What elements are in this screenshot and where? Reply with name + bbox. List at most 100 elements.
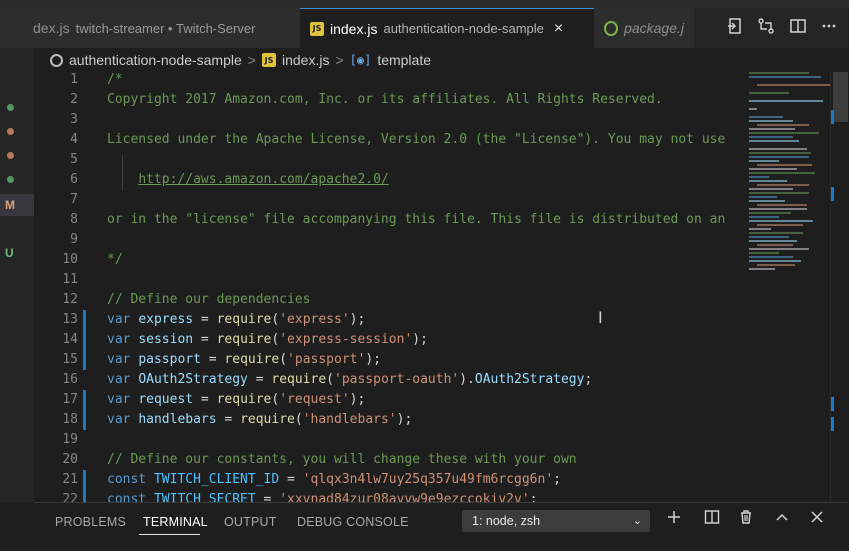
tab-index-js-twitch[interactable]: dex.js twitch-streamer • Twitch-Server — [0, 8, 300, 48]
code-line[interactable]: 10 */ — [34, 250, 830, 270]
code-line[interactable]: 22 const TWITCH_SECRET = 'xxvnad84zur08av… — [34, 490, 830, 502]
minimap-line — [749, 192, 809, 194]
line-number: 14 — [62, 332, 78, 347]
line-number: 7 — [70, 192, 78, 207]
code-line[interactable]: 20 // Define our constants, you will chan… — [34, 450, 830, 470]
code-line[interactable]: 9 — [34, 230, 830, 250]
tab-problems[interactable]: PROBLEMS — [55, 503, 126, 541]
more-actions-icon[interactable] — [821, 17, 837, 39]
scrollbar-thumb[interactable] — [833, 72, 848, 122]
line-number: 11 — [62, 272, 78, 287]
code-line[interactable]: 15 var passport = require('passport'); — [34, 350, 830, 370]
open-preview-icon[interactable] — [727, 17, 743, 39]
breadcrumb-project[interactable]: authentication-node-sample — [69, 52, 242, 68]
maximize-panel-icon[interactable] — [774, 509, 790, 533]
minimap-line — [749, 256, 793, 258]
line-number: 8 — [70, 212, 78, 227]
breadcrumb-symbol[interactable]: template — [377, 52, 431, 68]
tab-package-json[interactable]: package.j — [594, 8, 694, 48]
overview-ruler-mark — [831, 110, 834, 124]
git-modified-gutter-marker[interactable] — [83, 490, 86, 502]
split-editor-icon[interactable] — [789, 17, 807, 39]
code-line[interactable]: 6 http://aws.amazon.com/apache2.0/ — [34, 170, 830, 190]
minimap-line — [749, 196, 777, 198]
git-modified-gutter-marker[interactable] — [83, 470, 86, 490]
minimap-line — [749, 236, 789, 238]
code-text: var request = require('request'); — [107, 392, 366, 407]
code-text: const TWITCH_CLIENT_ID = 'qlqx3n4lw7uy25… — [107, 472, 561, 487]
variable-symbol-icon: [◉] — [349, 53, 372, 67]
code-text: */ — [107, 252, 123, 267]
code-text: var OAuth2Strategy = require('passport-o… — [107, 372, 593, 387]
close-panel-icon[interactable] — [809, 509, 825, 533]
code-line[interactable]: 2 Copyright 2017 Amazon.com, Inc. or its … — [34, 90, 830, 110]
minimap-line — [757, 124, 809, 126]
window-top-strip — [0, 0, 849, 8]
minimap-line — [749, 72, 809, 74]
code-line[interactable]: 16 var OAuth2Strategy = require('passport… — [34, 370, 830, 390]
status-dot — [7, 128, 14, 135]
line-number: 9 — [70, 232, 78, 247]
add-terminal-icon[interactable] — [666, 509, 682, 533]
overview-ruler-mark — [831, 187, 834, 201]
editor-scrollbar[interactable] — [830, 72, 849, 502]
code-text: var express = require('express'); — [107, 312, 366, 327]
terminal-select[interactable]: 1: node, zsh ⌄ — [462, 510, 650, 532]
line-number: 10 — [62, 252, 78, 267]
tab-description: twitch-streamer • Twitch-Server — [75, 20, 256, 36]
explorer-status-strip: M U — [0, 48, 34, 502]
compare-changes-icon[interactable] — [757, 17, 775, 39]
overview-ruler-mark — [831, 417, 834, 431]
code-line[interactable]: 18 var handlebars = require('handlebars')… — [34, 410, 830, 430]
status-dot — [7, 176, 14, 183]
split-terminal-icon[interactable] — [704, 509, 720, 533]
code-text: or in the "license" file accompanying th… — [107, 212, 726, 227]
minimap-line — [749, 136, 793, 138]
code-line[interactable]: 5 — [34, 150, 830, 170]
minimap-line — [749, 260, 801, 262]
tab-terminal[interactable]: TERMINAL — [143, 503, 208, 541]
code-line[interactable]: 21 const TWITCH_CLIENT_ID = 'qlqx3n4lw7uy… — [34, 470, 830, 490]
tab-output[interactable]: OUTPUT — [224, 503, 277, 541]
git-modified-gutter-marker[interactable] — [83, 330, 86, 350]
line-number: 22 — [62, 492, 78, 502]
minimap-line — [749, 216, 779, 218]
code-text: /* — [107, 72, 123, 87]
status-dot — [7, 152, 14, 159]
code-line[interactable]: 11 — [34, 270, 830, 290]
minimap-line — [749, 168, 797, 170]
git-modified-gutter-marker[interactable] — [83, 310, 86, 330]
code-line[interactable]: 14 var session = require('express-session… — [34, 330, 830, 350]
code-text: Copyright 2017 Amazon.com, Inc. or its a… — [107, 92, 663, 107]
code-line[interactable]: 4 Licensed under the Apache License, Vers… — [34, 130, 830, 150]
code-line[interactable]: 12 // Define our dependencies — [34, 290, 830, 310]
minimap[interactable] — [745, 72, 831, 272]
breadcrumb-file[interactable]: index.js — [282, 52, 329, 68]
git-modified-gutter-marker[interactable] — [83, 410, 86, 430]
code-line[interactable]: 8 or in the "license" file accompanying t… — [34, 210, 830, 230]
trash-icon[interactable] — [738, 509, 754, 533]
minimap-line — [749, 212, 791, 214]
tab-debug-console[interactable]: DEBUG CONSOLE — [297, 503, 409, 541]
close-icon[interactable]: × — [554, 20, 563, 38]
code-line[interactable]: 19 — [34, 430, 830, 450]
code-text: var session = require('express-session')… — [107, 332, 428, 347]
line-number: 2 — [70, 92, 78, 107]
line-number: 6 — [70, 172, 78, 187]
git-modified-gutter-marker[interactable] — [83, 390, 86, 410]
status-dot — [7, 104, 14, 111]
git-modified-gutter-marker[interactable] — [83, 350, 86, 370]
code-line[interactable]: 1 /* — [34, 72, 830, 90]
code-line[interactable]: 7 — [34, 190, 830, 210]
terminal-select-value: 1: node, zsh — [472, 514, 541, 528]
tab-index-js-active[interactable]: JS index.js authentication-node-sample × — [300, 8, 594, 48]
code-editor[interactable]: I 1/* 2 Copyright 2017 Amazon.com, Inc. or… — [34, 72, 830, 502]
code-line[interactable]: 13 var express = require('express'); — [34, 310, 830, 330]
line-number: 20 — [62, 452, 78, 467]
minimap-line — [749, 108, 757, 110]
minimap-line — [749, 240, 797, 242]
modified-badge: M — [5, 198, 15, 212]
code-line[interactable]: 17 var request = require('request'); — [34, 390, 830, 410]
active-tab-indicator — [139, 534, 200, 535]
code-line[interactable]: 3 — [34, 110, 830, 130]
